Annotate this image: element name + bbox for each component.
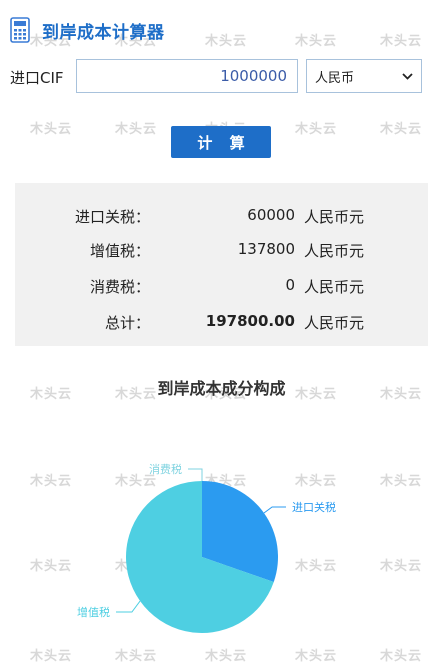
pie-slice-label: 增值税 (77, 605, 110, 619)
pie-leader-line (188, 468, 203, 481)
cost-pie-chart: 进口关税增值税 消费税 (77, 462, 336, 633)
pie-slice-label: 消费税 (149, 462, 182, 476)
pie-leader-line (116, 600, 141, 613)
pie-slice-label: 进口关税 (292, 500, 336, 514)
pie-leader-line (263, 506, 286, 514)
